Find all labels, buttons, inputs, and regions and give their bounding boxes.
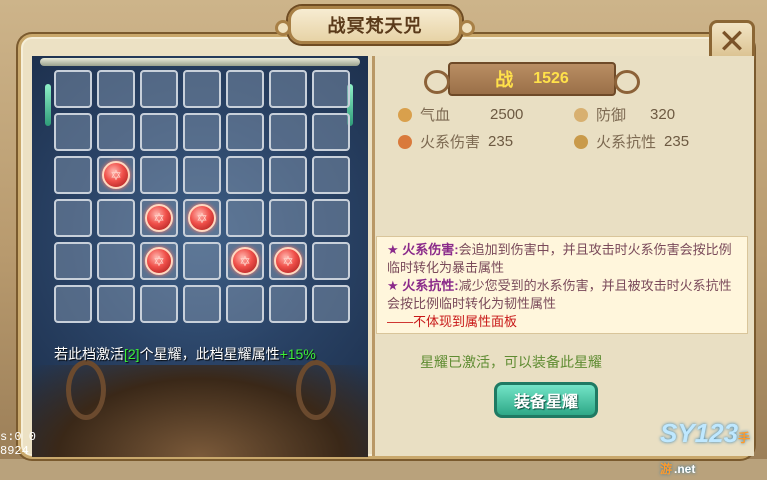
stat-fire-damage-label: 火系伤害 [420, 134, 481, 151]
grid-slot[interactable] [140, 285, 178, 323]
grid-slot[interactable] [54, 70, 92, 108]
star-gem-icon: ✡ [145, 204, 173, 232]
right-claw-ornament [296, 360, 336, 420]
fire-resist-icon [574, 134, 588, 149]
debug-overlay: s:0 0 8924 [0, 430, 36, 458]
star-gem-icon: ✡ [274, 247, 302, 275]
grid-slot[interactable]: ✡ [226, 242, 264, 280]
grid-slot[interactable] [269, 285, 307, 323]
grid-slot[interactable]: ✡ [140, 242, 178, 280]
grid-slot[interactable] [97, 242, 135, 280]
grid-slot[interactable] [269, 156, 307, 194]
stat-hp: 气血 2500 [398, 104, 523, 125]
hint-bonus: +15% [279, 346, 316, 362]
grid-slot[interactable] [140, 113, 178, 151]
dialog-title-text: 战冥梵天兕 [327, 16, 423, 36]
grid-slot[interactable] [183, 285, 221, 323]
attribute-description: ★ 火系伤害:会追加到伤害中，并且攻击时火系伤害会按比例临时转化为暴击属性 ★ … [376, 236, 748, 334]
grid-slot[interactable] [140, 156, 178, 194]
grid-slot[interactable] [226, 285, 264, 323]
grid-slot[interactable] [269, 113, 307, 151]
debug-line-1: s:0 0 [0, 430, 37, 444]
grid-slot[interactable] [54, 285, 92, 323]
desc-fire-resist: ★ 火系抗性:减少您受到的水系伤害，并且被攻击时火系抗性会按比例临时转化为韧性属… [387, 277, 737, 313]
rod-left-ornament [45, 84, 51, 126]
close-icon: ✕ [717, 23, 747, 61]
grid-slot[interactable] [226, 70, 264, 108]
grid-slot[interactable] [97, 113, 135, 151]
grid-slot[interactable] [140, 70, 178, 108]
combat-power-plate: 战 1526 [424, 62, 640, 96]
dialog-title: 战冥梵天兕 [275, 6, 475, 44]
combat-power-label: 战 [495, 70, 514, 90]
grid-slot[interactable] [312, 113, 350, 151]
star-grid: ✡ ✡ ✡ ✡ ✡ ✡ [52, 68, 350, 323]
grid-slot[interactable] [183, 156, 221, 194]
grid-slot[interactable] [54, 156, 92, 194]
star-gem-icon: ✡ [188, 204, 216, 232]
grid-slot[interactable] [54, 113, 92, 151]
grid-slot[interactable] [312, 285, 350, 323]
fire-damage-icon [398, 134, 412, 149]
grid-slot[interactable] [226, 156, 264, 194]
stat-fire-resist: 火系抗性 235 [574, 131, 689, 152]
grid-slot[interactable] [269, 70, 307, 108]
scroll-rod [40, 58, 360, 66]
equip-star-button-label: 装备星耀 [513, 394, 578, 411]
grid-slot[interactable] [97, 199, 135, 237]
grid-slot[interactable] [312, 70, 350, 108]
grid-slot[interactable] [269, 199, 307, 237]
desc-fire-damage: ★ 火系伤害:会追加到伤害中，并且攻击时火系伤害会按比例临时转化为暴击属性 [387, 241, 737, 277]
grid-slot[interactable]: ✡ [183, 199, 221, 237]
grid-slot[interactable] [183, 70, 221, 108]
stat-defense-value: 320 [650, 106, 676, 123]
grid-slot[interactable] [183, 242, 221, 280]
grid-slot[interactable] [312, 199, 350, 237]
watermark: SY123手游 .net [660, 418, 767, 480]
shield-ring-icon [574, 107, 588, 122]
grid-slot[interactable] [54, 199, 92, 237]
activation-status: 星耀已激活，可以装备此星耀 [420, 354, 602, 370]
stat-fire-resist-label: 火系抗性 [596, 134, 657, 151]
desc-fire-resist-title: ★ 火系抗性: [387, 278, 459, 293]
grid-slot[interactable]: ✡ [140, 199, 178, 237]
stat-defense-label: 防御 [596, 107, 627, 124]
grid-slot[interactable]: ✡ [269, 242, 307, 280]
star-gem-icon: ✡ [102, 161, 130, 189]
grid-slot[interactable] [183, 113, 221, 151]
grid-slot[interactable] [312, 242, 350, 280]
blood-drop-icon [398, 107, 412, 122]
hint-count: [2] [124, 346, 140, 362]
stat-fire-resist-value: 235 [664, 133, 690, 150]
grid-slot[interactable] [97, 285, 135, 323]
activation-hint: 若此档激活[2]个星耀，此档星耀属性+15% [54, 344, 316, 364]
star-gem-icon: ✡ [231, 247, 259, 275]
star-gem-icon: ✡ [145, 247, 173, 275]
hint-prefix: 若此档激活 [54, 346, 124, 362]
stat-fire-damage: 火系伤害 235 [398, 131, 513, 152]
grid-slot[interactable] [54, 242, 92, 280]
combat-power-value: 1526 [533, 70, 569, 87]
watermark-main: SY123 [660, 418, 739, 448]
hint-mid: 个星耀，此档星耀属性 [139, 346, 280, 362]
stat-hp-label: 气血 [420, 107, 451, 124]
grid-slot[interactable] [226, 113, 264, 151]
grid-slot[interactable] [226, 199, 264, 237]
desc-fire-damage-title: ★ 火系伤害: [387, 242, 459, 257]
stat-fire-damage-value: 235 [488, 133, 514, 150]
grid-slot[interactable] [97, 70, 135, 108]
stat-hp-value: 2500 [490, 106, 524, 123]
stat-defense: 防御 320 [574, 104, 675, 125]
grid-slot[interactable] [312, 156, 350, 194]
left-claw-ornament [66, 360, 106, 420]
debug-line-2: 8924 [0, 444, 29, 458]
equip-star-button[interactable]: 装备星耀 [494, 382, 598, 418]
watermark-net: .net [674, 462, 696, 476]
grid-slot[interactable]: ✡ [97, 156, 135, 194]
desc-note: ——不体现到属性面板 [387, 314, 518, 329]
